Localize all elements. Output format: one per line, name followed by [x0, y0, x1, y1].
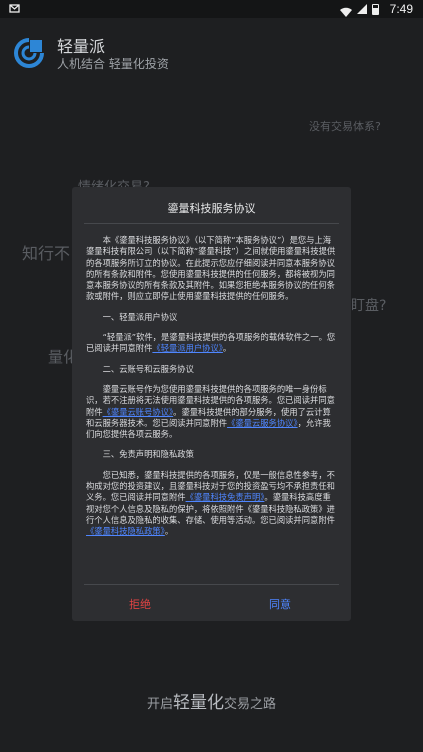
wifi-icon: [340, 3, 352, 17]
battery-icon: [372, 4, 379, 15]
bg-text-watch: 盯盘?: [351, 298, 387, 314]
agreement-text[interactable]: 本《鎏量科技服务协议》（以下简称“本服务协议”）是您与上海鎏量科技有限公司（以下…: [86, 235, 336, 585]
reject-button[interactable]: 拒绝: [129, 596, 151, 612]
disclaimer-link[interactable]: 《鎏量科技免责声明》: [186, 492, 265, 502]
section-paragraph: “轻量派”软件，是鎏量科技提供的各项服务的载体软件之一。您已阅读并同意附件《轻量…: [86, 332, 336, 354]
privacy-policy-link[interactable]: 《鎏量科技隐私政策》: [86, 526, 165, 536]
section-title: 三、免责声明和隐私政策: [102, 449, 194, 460]
divider: [84, 223, 339, 224]
clock: 7:49: [389, 2, 413, 16]
section-title: 二、云账号和云服务协议: [102, 363, 194, 374]
service-agreement-dialog: 鎏量科技服务协议 本《鎏量科技服务协议》（以下简称“本服务协议”）是您与上海鎏量…: [72, 187, 351, 621]
slogan: 开启轻量化交易之路: [146, 693, 277, 713]
section-title: 一、轻量派用户协议: [102, 311, 178, 322]
agree-button[interactable]: 同意: [269, 596, 291, 612]
section-paragraph: 您已知悉，鎏量科技提供的各项服务，仅是一般信息性参考，不构成对您的投资建议，且鎏…: [86, 469, 335, 537]
divider: [84, 584, 339, 585]
notification-icon: [9, 3, 20, 17]
app-logo-icon: [14, 38, 44, 68]
cloud-service-link[interactable]: 《鎏量云服务协议》: [227, 418, 298, 428]
intro-paragraph: 本《鎏量科技服务协议》（以下简称“本服务协议”）是您与上海鎏量科技有限公司（以下…: [86, 235, 336, 302]
bg-text-system: 没有交易体系?: [309, 120, 381, 133]
status-bar: 7:49: [0, 0, 423, 18]
app-subtitle: 人机结合 轻量化投资: [57, 57, 169, 71]
dialog-title: 鎏量科技服务协议: [167, 202, 256, 215]
section-paragraph: 鎏量云账号作为您使用鎏量科技提供的各项服务的唯一身份标识，若不注册将无法使用鎏量…: [86, 383, 335, 440]
signal-icon: [357, 4, 367, 14]
cloud-account-link[interactable]: 《鎏量云账号协议》: [103, 407, 174, 417]
user-agreement-link[interactable]: 《轻量派用户协议》: [152, 343, 223, 353]
app-title: 轻量派: [57, 37, 106, 56]
bg-text-knowing: 知行不: [22, 244, 71, 263]
